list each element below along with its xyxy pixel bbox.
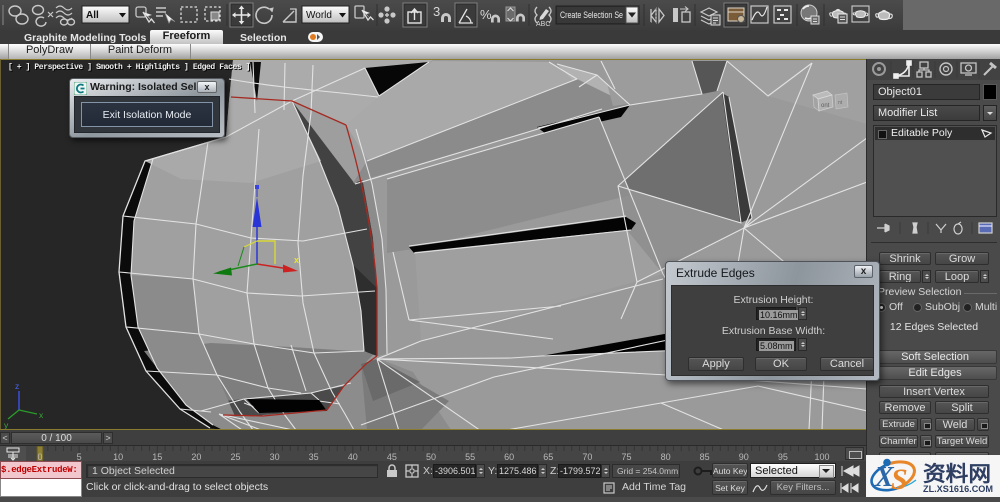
svg-text:Create Selection Se: Create Selection Se: [560, 10, 623, 21]
svg-text:All: All: [86, 10, 99, 21]
svg-text:x: x: [294, 255, 299, 265]
svg-text:ZL.XS1616.COM: ZL.XS1616.COM: [923, 484, 993, 494]
svg-text:World: World: [306, 10, 332, 21]
svg-text:3: 3: [433, 4, 440, 19]
svg-text:ABC: ABC: [536, 21, 550, 28]
svg-text:ont: ont: [821, 103, 830, 109]
svg-text:S: S: [891, 463, 908, 496]
svg-text:nt: nt: [838, 100, 843, 106]
svg-text:z: z: [15, 381, 19, 391]
svg-text:资料网: 资料网: [923, 463, 991, 486]
svg-text:%: %: [480, 7, 492, 22]
